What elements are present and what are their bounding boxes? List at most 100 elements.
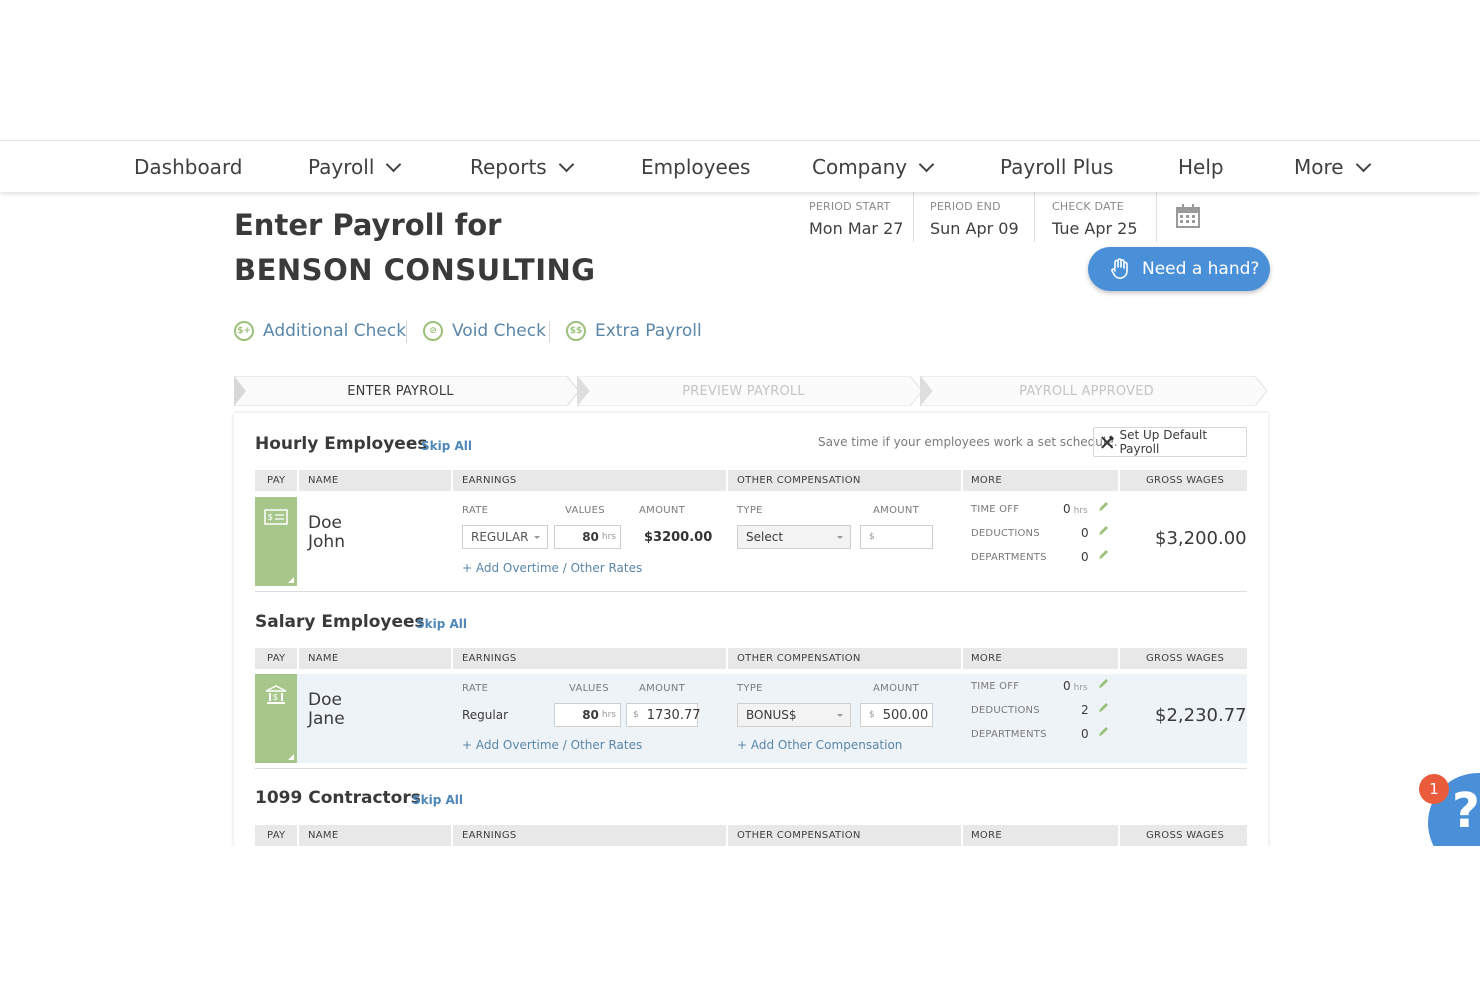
nav-employees-label: Employees: [641, 155, 751, 179]
nav-dashboard[interactable]: Dashboard: [134, 141, 243, 193]
svg-text:$: $: [273, 693, 278, 702]
edit-pencil-icon[interactable]: [1097, 549, 1109, 561]
salary-skip-all[interactable]: Skip All: [416, 617, 467, 631]
pay-toggle[interactable]: $: [255, 674, 297, 763]
col-gross: GROSS WAGES: [1146, 830, 1225, 841]
extra-payroll-link[interactable]: $$ Extra Payroll: [566, 321, 702, 341]
comp-amount-input[interactable]: $: [860, 525, 933, 549]
divider: [297, 825, 299, 846]
table-row: $ Doe Jane RATE VALUES AMOUNT Regular 80…: [255, 674, 1247, 763]
time-off-value: 0 hrs: [1063, 502, 1088, 516]
need-a-hand-label: Need a hand?: [1142, 259, 1260, 279]
salary-table-header: PAY NAME EARNINGS OTHER COMPENSATION MOR…: [255, 648, 1247, 669]
hourly-skip-all[interactable]: Skip All: [421, 439, 472, 453]
edit-pencil-icon[interactable]: [1097, 678, 1109, 690]
salary-amount-input[interactable]: $1730.77: [626, 703, 701, 727]
divider: [297, 470, 299, 491]
add-overtime-link[interactable]: + Add Overtime / Other Rates: [462, 561, 642, 575]
earnings-amount: $3200.00: [644, 530, 713, 545]
add-other-compensation-link[interactable]: + Add Other Compensation: [737, 738, 902, 752]
chevron-down-icon: [837, 536, 843, 539]
comp-type-select[interactable]: Select: [737, 525, 851, 549]
nav-payroll-label: Payroll: [308, 155, 375, 179]
edit-pencil-icon[interactable]: [1097, 501, 1109, 513]
employee-first-name: John: [308, 532, 345, 552]
need-a-hand-button[interactable]: Need a hand?: [1088, 247, 1270, 291]
setup-default-payroll-button[interactable]: Set Up Default Payroll: [1093, 427, 1247, 457]
col-other-comp: OTHER COMPENSATION: [737, 830, 861, 841]
contractors-skip-all[interactable]: Skip All: [412, 793, 463, 807]
void-check-link[interactable]: ⊘ Void Check: [423, 321, 546, 341]
chevron-down-icon: [558, 156, 574, 172]
page-title: Enter Payroll for: [234, 208, 502, 242]
col-earnings: EARNINGS: [462, 653, 517, 664]
hourly-table-header: PAY NAME EARNINGS OTHER COMPENSATION MOR…: [255, 470, 1247, 491]
hours-input[interactable]: 80 hrs: [554, 525, 621, 549]
comp-amount-value: 500.00: [882, 707, 929, 723]
nav-payroll[interactable]: Payroll: [308, 141, 402, 193]
nav-payroll-plus[interactable]: Payroll Plus: [1000, 141, 1113, 193]
deductions-value: 0: [1081, 526, 1089, 540]
nav-company[interactable]: Company: [812, 141, 935, 193]
departments-label: DEPARTMENTS: [971, 729, 1047, 740]
deductions-label: DEDUCTIONS: [971, 705, 1040, 716]
question-mark-icon: ?: [1452, 783, 1480, 839]
bank-icon: $: [265, 685, 287, 704]
salary-amount-value: 1730.77: [646, 707, 701, 723]
edit-pencil-icon[interactable]: [1097, 525, 1109, 537]
col-earnings: EARNINGS: [462, 475, 517, 486]
additional-check-link[interactable]: $+ Additional Check: [234, 321, 406, 341]
time-off-unit: hrs: [1073, 506, 1088, 516]
pay-toggle[interactable]: $: [255, 497, 297, 586]
dollar-sign: $: [633, 710, 639, 720]
comp-type-select[interactable]: BONUS$: [737, 703, 851, 727]
nav-reports[interactable]: Reports: [470, 141, 574, 193]
divider: [961, 825, 963, 846]
waving-hand-icon: [1111, 258, 1128, 279]
employee-first-name: Jane: [308, 709, 345, 729]
divider: [913, 192, 914, 242]
comp-amount-input[interactable]: $500.00: [860, 703, 933, 727]
nav-help[interactable]: Help: [1178, 141, 1224, 193]
dollar-plus-icon: $+: [234, 321, 254, 341]
viewport: Dashboard Payroll Reports Employees Comp…: [0, 0, 1480, 987]
setup-default-payroll-label: Set Up Default Payroll: [1119, 428, 1208, 456]
divider: [451, 825, 453, 846]
col-pay: PAY: [267, 653, 286, 664]
check-date: CHECK DATE Tue Apr 25: [1052, 200, 1138, 246]
hours-input[interactable]: 80 hrs: [554, 703, 621, 727]
divider: [1156, 192, 1157, 242]
edit-pencil-icon[interactable]: [1097, 702, 1109, 714]
calendar-icon[interactable]: [1176, 204, 1200, 228]
corner-marker: [288, 577, 294, 583]
edit-pencil-icon[interactable]: [1097, 726, 1109, 738]
comp-amount-label: AMOUNT: [873, 505, 920, 516]
comp-type-value: Select: [746, 530, 784, 544]
employee-last-name: Doe: [308, 690, 342, 710]
col-earnings: EARNINGS: [462, 830, 517, 841]
step-enter-payroll: ENTER PAYROLL: [347, 383, 454, 399]
values-label: VALUES: [569, 683, 609, 694]
period-start-label: PERIOD START: [809, 200, 891, 213]
chevron-down-icon: [918, 156, 935, 172]
dollar-sign: $: [869, 532, 875, 542]
rate-select[interactable]: REGULAR: [462, 525, 548, 549]
col-pay: PAY: [267, 830, 286, 841]
add-overtime-link[interactable]: + Add Overtime / Other Rates: [462, 738, 642, 752]
period-end-label: PERIOD END: [930, 200, 1001, 213]
void-check-label: Void Check: [452, 321, 546, 341]
nav-more[interactable]: More: [1294, 141, 1371, 193]
rate-value: Regular: [462, 708, 509, 722]
corner-marker: [288, 754, 294, 760]
nav-employees[interactable]: Employees: [641, 141, 750, 193]
divider: [1118, 470, 1120, 491]
notification-badge: 1: [1419, 774, 1449, 804]
divider: [549, 321, 550, 343]
deductions-label: DEDUCTIONS: [971, 528, 1040, 539]
comp-amount-label: AMOUNT: [873, 683, 920, 694]
nav-reports-label: Reports: [470, 155, 547, 179]
nav-payroll-plus-label: Payroll Plus: [1000, 155, 1114, 179]
gross-wages: $2,230.77: [1155, 705, 1247, 726]
divider: [726, 470, 728, 491]
time-off-value: 0 hrs: [1063, 679, 1088, 693]
